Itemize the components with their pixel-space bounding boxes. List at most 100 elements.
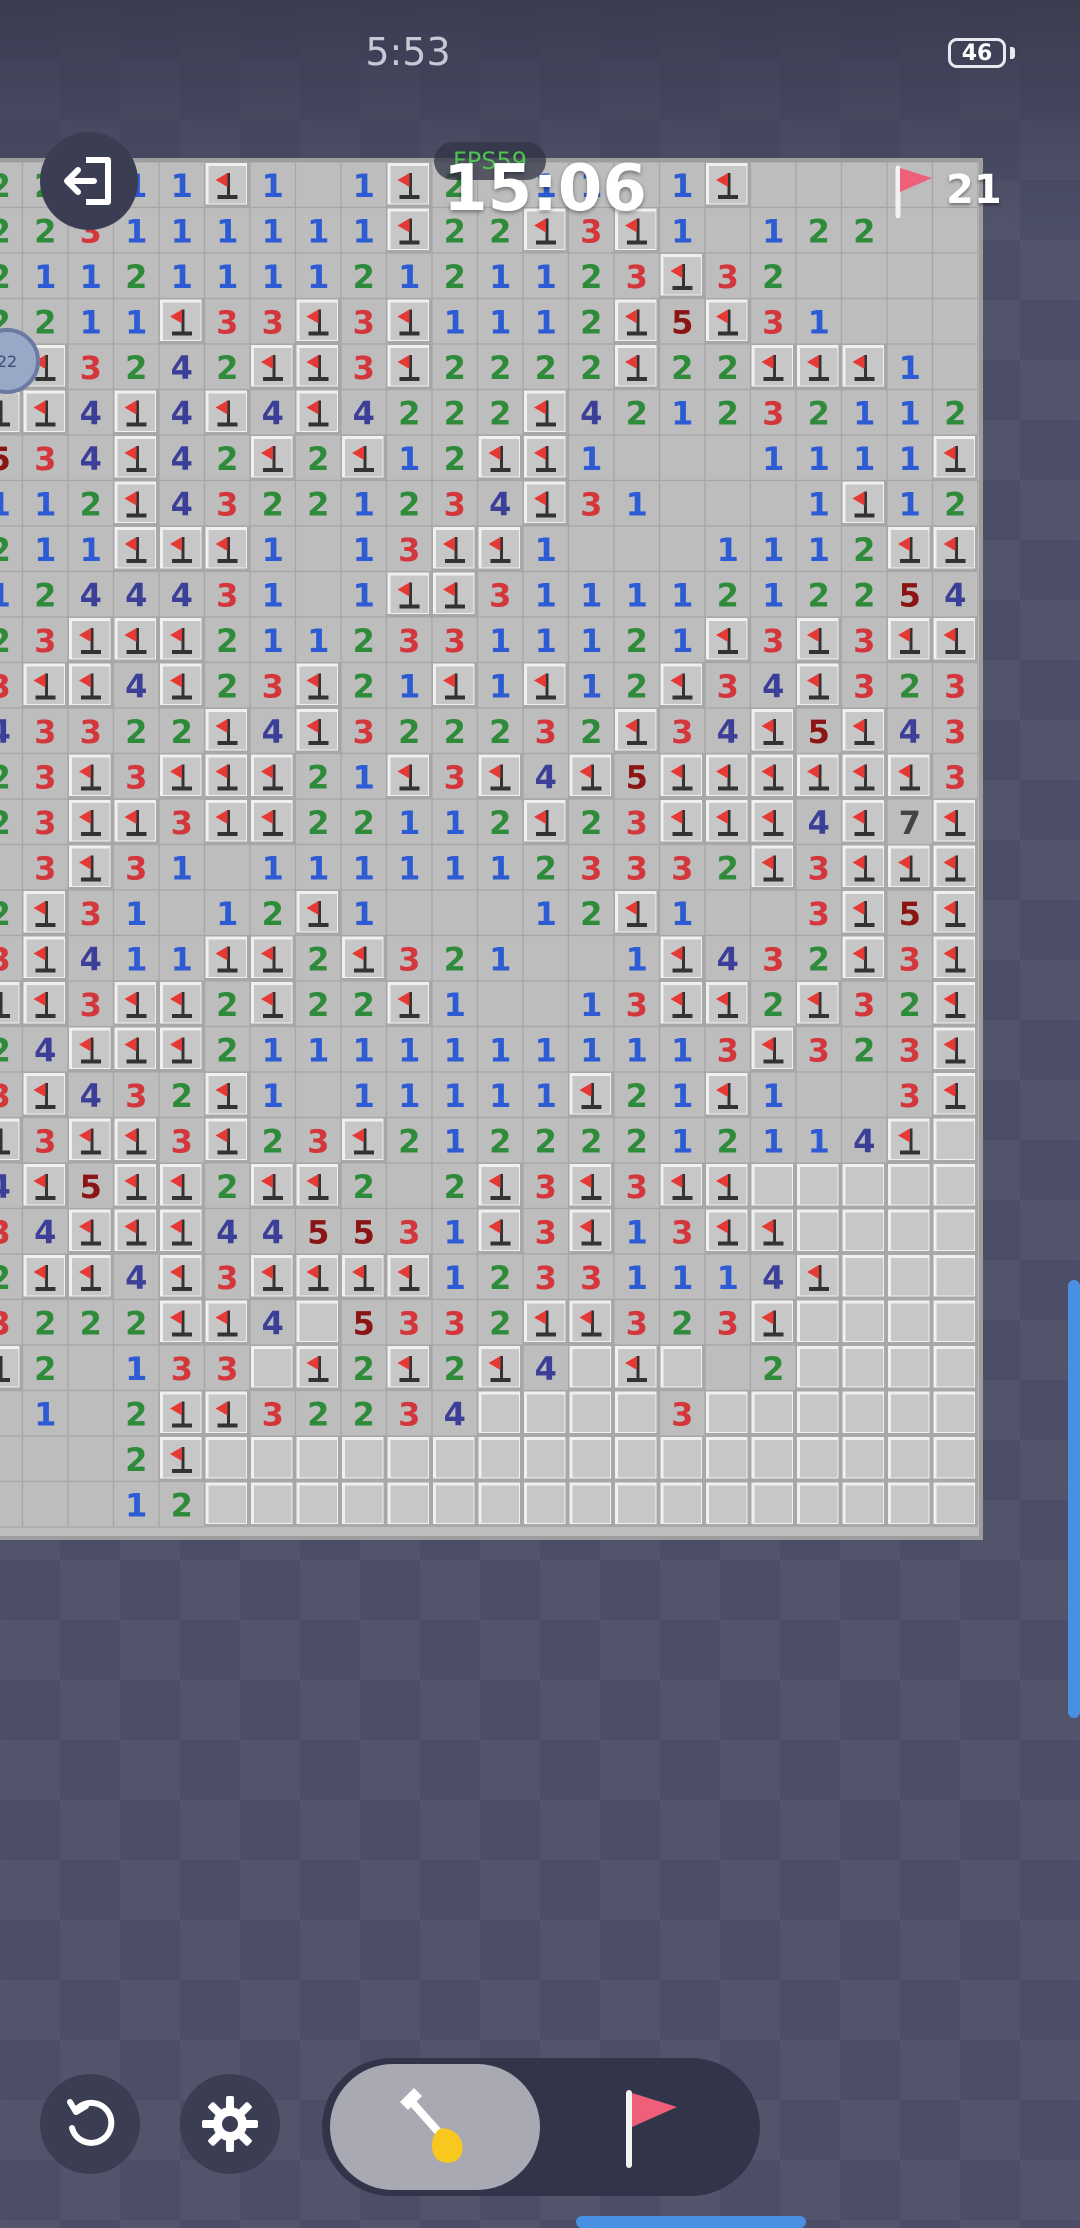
number-cell[interactable]: 1 [21, 1389, 69, 1437]
number-cell[interactable]: 1 [249, 616, 297, 664]
flagged-cell[interactable] [750, 1299, 797, 1346]
flagged-cell[interactable] [341, 935, 387, 982]
number-cell[interactable]: 2 [294, 752, 342, 800]
flagged-cell[interactable] [68, 1208, 114, 1255]
number-cell[interactable]: 1 [158, 162, 206, 209]
flagged-cell[interactable] [477, 435, 524, 481]
number-cell[interactable]: 4 [67, 570, 115, 618]
number-cell[interactable]: 3 [21, 1116, 69, 1164]
unopened-cell[interactable] [841, 1481, 888, 1528]
number-cell[interactable]: 2 [613, 661, 661, 709]
number-cell[interactable]: 1 [795, 297, 843, 345]
open-cell[interactable] [67, 1344, 115, 1392]
number-cell[interactable]: 1 [340, 1071, 388, 1119]
number-cell[interactable]: 2 [567, 889, 615, 937]
number-cell[interactable]: 1 [340, 479, 388, 527]
unopened-cell[interactable] [477, 1390, 524, 1437]
number-cell[interactable]: 3 [67, 980, 115, 1028]
number-cell[interactable]: 4 [249, 707, 297, 755]
flagged-cell[interactable] [159, 617, 205, 663]
open-cell[interactable] [704, 889, 752, 937]
number-cell[interactable]: 1 [567, 1025, 615, 1073]
number-cell[interactable]: 1 [567, 616, 615, 664]
number-cell[interactable]: 2 [340, 1389, 388, 1437]
number-cell[interactable]: 1 [340, 889, 388, 937]
number-cell[interactable]: 3 [840, 616, 888, 664]
flagged-cell[interactable] [159, 298, 205, 345]
flagged-cell[interactable] [159, 662, 205, 709]
number-cell[interactable]: 1 [431, 798, 479, 846]
number-cell[interactable]: 1 [385, 252, 433, 300]
number-cell[interactable]: 4 [158, 343, 206, 391]
unopened-cell[interactable] [659, 1345, 706, 1391]
number-cell[interactable]: 2 [340, 661, 388, 709]
flagged-cell[interactable] [295, 662, 342, 709]
number-cell[interactable]: 1 [203, 889, 251, 937]
number-cell[interactable]: 2 [0, 1253, 24, 1301]
flagged-cell[interactable] [705, 162, 751, 208]
unopened-cell[interactable] [796, 1481, 842, 1528]
flagged-cell[interactable] [614, 298, 660, 345]
number-cell[interactable]: 1 [522, 1025, 570, 1073]
open-cell[interactable] [886, 252, 934, 300]
flagged-cell[interactable] [22, 662, 69, 709]
flagged-cell[interactable] [932, 435, 979, 481]
flagged-cell[interactable] [250, 981, 296, 1027]
number-cell[interactable]: 2 [340, 980, 388, 1028]
number-cell[interactable]: 1 [431, 1025, 479, 1073]
number-cell[interactable]: 3 [522, 1207, 570, 1255]
unopened-cell[interactable] [932, 1299, 979, 1346]
number-cell[interactable]: 2 [431, 252, 479, 300]
number-cell[interactable]: 2 [749, 980, 797, 1028]
flagged-cell[interactable] [295, 389, 342, 436]
number-cell[interactable]: 3 [294, 1116, 342, 1164]
flagged-cell[interactable] [887, 526, 933, 572]
open-cell[interactable] [840, 297, 888, 345]
number-cell[interactable]: 4 [203, 1207, 251, 1255]
number-cell[interactable]: 2 [385, 707, 433, 755]
open-cell[interactable] [431, 889, 479, 937]
number-cell[interactable]: 2 [658, 343, 706, 391]
number-cell[interactable]: 2 [476, 707, 524, 755]
flagged-cell[interactable] [204, 1299, 251, 1346]
number-cell[interactable]: 1 [249, 570, 297, 618]
flagged-cell[interactable] [159, 753, 205, 800]
flagged-cell[interactable] [295, 1345, 342, 1391]
number-cell[interactable]: 1 [749, 525, 797, 573]
number-cell[interactable]: 1 [21, 525, 69, 573]
number-cell[interactable]: 2 [840, 206, 888, 254]
flagged-cell[interactable] [250, 435, 296, 481]
number-cell[interactable]: 2 [613, 1116, 661, 1164]
flagged-cell[interactable] [568, 753, 615, 800]
number-cell[interactable]: 1 [522, 616, 570, 664]
number-cell[interactable]: 2 [0, 616, 24, 664]
unopened-cell[interactable] [341, 1481, 387, 1528]
number-cell[interactable]: 2 [385, 388, 433, 436]
dig-mode-button[interactable] [330, 2064, 540, 2190]
number-cell[interactable]: 3 [203, 479, 251, 527]
number-cell[interactable]: 1 [21, 252, 69, 300]
number-cell[interactable]: 1 [294, 843, 342, 891]
open-cell[interactable] [840, 162, 888, 209]
number-cell[interactable]: 1 [522, 889, 570, 937]
number-cell[interactable]: 1 [522, 252, 570, 300]
flagged-cell[interactable] [341, 1254, 387, 1300]
open-cell[interactable] [795, 252, 843, 300]
number-cell[interactable]: 1 [613, 934, 661, 982]
flagged-cell[interactable] [113, 435, 160, 481]
flagged-cell[interactable] [705, 1208, 751, 1255]
open-cell[interactable] [67, 1435, 115, 1483]
flagged-cell[interactable] [159, 1436, 205, 1482]
open-cell[interactable] [21, 1435, 69, 1483]
number-cell[interactable]: 1 [203, 206, 251, 254]
flagged-cell[interactable] [204, 526, 251, 572]
flagged-cell[interactable] [204, 753, 251, 800]
number-cell[interactable]: 1 [613, 1025, 661, 1073]
number-cell[interactable]: 4 [112, 570, 160, 618]
number-cell[interactable]: 1 [658, 1071, 706, 1119]
number-cell[interactable]: 1 [749, 1071, 797, 1119]
number-cell[interactable]: 1 [613, 479, 661, 527]
number-cell[interactable]: 1 [476, 661, 524, 709]
flagged-cell[interactable] [841, 799, 888, 845]
number-cell[interactable]: 1 [249, 1071, 297, 1119]
